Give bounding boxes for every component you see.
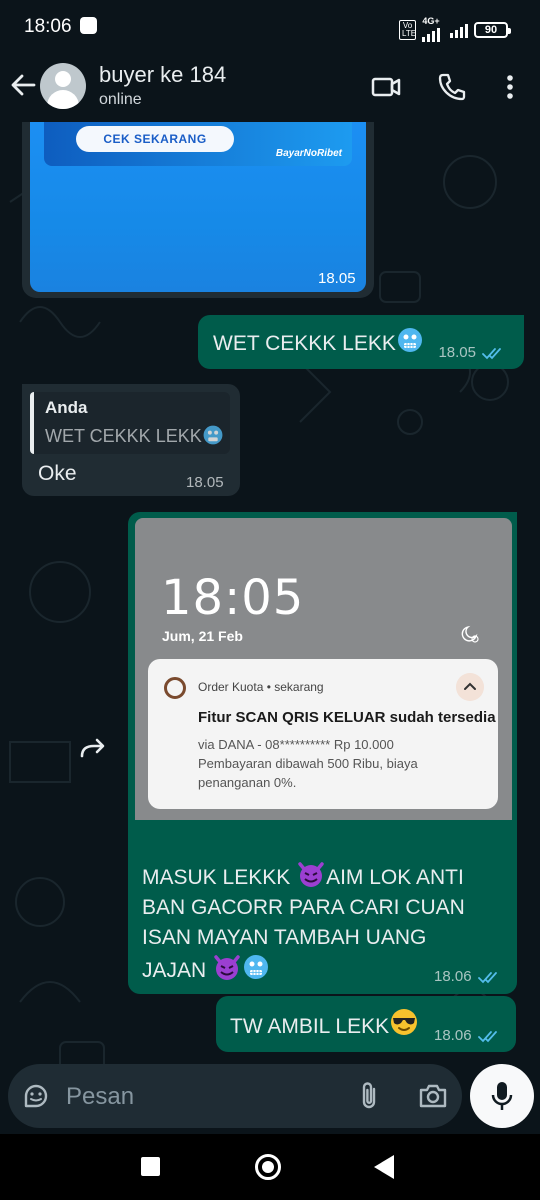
signal-2-icon (450, 22, 468, 38)
cold-face-emoji-icon (203, 425, 223, 445)
battery-icon: 90 (474, 21, 511, 38)
video-call-icon[interactable] (370, 71, 402, 103)
recents-icon[interactable] (141, 1157, 160, 1176)
nav-back-icon[interactable] (374, 1155, 394, 1179)
message-text: Oke (38, 462, 77, 485)
app-icon (164, 677, 186, 699)
signal-1-icon: 4G+ (422, 17, 440, 42)
status-bar: 18:06 Vo LTE 4G+ 90 (0, 0, 540, 54)
attach-icon[interactable] (358, 1081, 380, 1111)
lockscreen-time: 18:05 (161, 570, 305, 626)
smiling-devil-emoji-icon (214, 955, 240, 980)
message-text: WET CEKKK LEKK (213, 332, 396, 355)
notification-icon (80, 17, 97, 34)
input-placeholder: Pesan (66, 1083, 135, 1110)
read-ticks-icon (482, 347, 501, 359)
avatar[interactable] (40, 63, 86, 109)
sunglasses-face-emoji-icon (391, 1009, 418, 1035)
message-time: 18.05 (318, 270, 356, 287)
message-time: 18.06 (434, 968, 472, 985)
cek-sekarang-button: CEK SEKARANG (76, 126, 234, 152)
message-bubble-outgoing[interactable]: WET CEKKK LEKK 18.05 (198, 315, 524, 369)
message-image[interactable]: CEK SEKARANG BayarNoRibet (30, 122, 366, 292)
message-bubble-outgoing[interactable]: TW AMBIL LEKK 18.06 (216, 996, 516, 1052)
read-ticks-icon (477, 1030, 497, 1042)
contact-name[interactable]: buyer ke 184 (99, 62, 226, 88)
message-time: 18.05 (438, 344, 476, 361)
smiling-devil-emoji-icon (298, 862, 324, 887)
system-nav-bar (0, 1134, 540, 1200)
chevron-up-icon (456, 673, 484, 701)
alarm-settings-icon (461, 625, 479, 643)
reply-quote[interactable]: Anda WET CEKKK LEKK (30, 392, 230, 454)
banner-brand: BayarNoRibet (275, 148, 342, 159)
voice-call-icon[interactable] (436, 71, 468, 103)
back-arrow-icon[interactable] (8, 70, 38, 100)
chat-header: buyer ke 184 online (0, 54, 540, 122)
more-options-icon[interactable] (494, 71, 526, 103)
message-text: TW AMBIL LEKK (230, 1015, 390, 1038)
cold-face-emoji-icon (397, 328, 422, 352)
network-type: 4G+ (422, 16, 440, 26)
status-time: 18:06 (24, 16, 72, 37)
lockscreen-date: Jum, 21 Feb (162, 628, 243, 644)
cold-face-emoji-icon (244, 955, 269, 979)
status-icons: Vo LTE 4G+ 90 (399, 17, 511, 42)
home-icon[interactable] (255, 1154, 281, 1180)
notification-app: Order Kuota • sekarang (198, 680, 324, 694)
read-ticks-icon (477, 971, 497, 983)
message-time: 18.05 (186, 474, 224, 491)
message-time: 18.06 (434, 1027, 472, 1044)
notification-title: Fitur SCAN QRIS KELUAR sudah tersedia (198, 709, 496, 726)
notification-body: via DANA - 08********** Rp 10.000 Pembay… (198, 737, 418, 790)
notification-card: Order Kuota • sekarang Fitur SCAN QRIS K… (148, 659, 498, 809)
mic-icon (491, 1082, 513, 1110)
reply-author: Anda (45, 398, 88, 417)
promo-banner: CEK SEKARANG BayarNoRibet (44, 122, 352, 166)
sticker-icon[interactable] (22, 1082, 50, 1110)
camera-icon[interactable] (418, 1082, 448, 1110)
reply-text: WET CEKKK LEKK (45, 426, 202, 446)
volte-icon: Vo LTE (399, 19, 416, 40)
message-screenshot-image[interactable]: 18:05 Jum, 21 Feb Order Kuota • sekarang… (135, 518, 512, 820)
forward-icon[interactable] (76, 730, 114, 768)
contact-status: online (99, 91, 142, 108)
mic-button[interactable] (470, 1064, 534, 1128)
message-input[interactable]: Pesan (8, 1064, 462, 1128)
